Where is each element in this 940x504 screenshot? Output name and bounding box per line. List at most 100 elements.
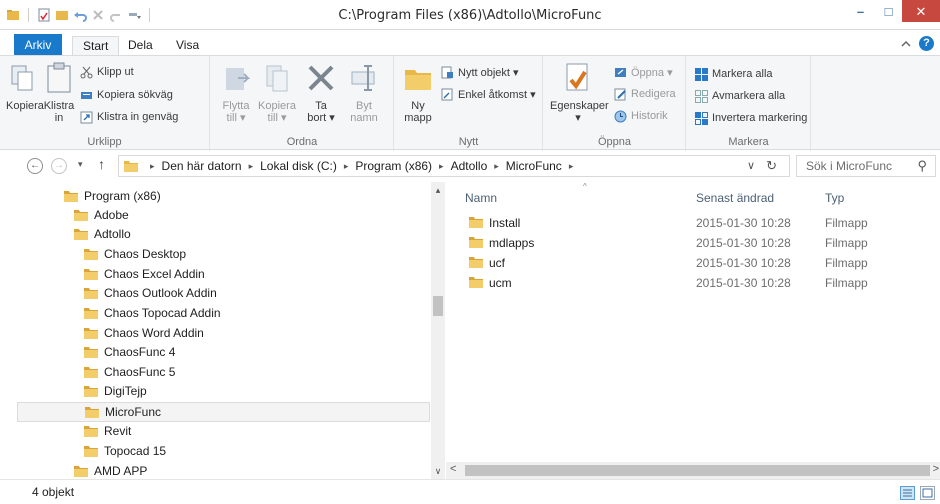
- breadcrumb-separator-icon[interactable]: ▸: [494, 161, 499, 172]
- scissors-icon: [80, 66, 93, 78]
- tree-item-label: Chaos Outlook Addin: [104, 286, 217, 300]
- scroll-up-icon[interactable]: ▴: [431, 185, 445, 196]
- tree-item[interactable]: Program (x86): [17, 186, 430, 206]
- file-list: Namn ^ Senast ändrad Typ Install 2015-01-…: [446, 182, 940, 479]
- easy-access-icon: [441, 88, 453, 100]
- cut-button[interactable]: Klipp ut: [80, 64, 134, 80]
- breadcrumb-separator-icon[interactable]: ▸: [439, 161, 444, 172]
- tab-share[interactable]: Dela: [118, 36, 163, 56]
- tree-item[interactable]: DigiTejp: [17, 381, 430, 401]
- tree-item[interactable]: AMD APP: [17, 461, 430, 479]
- navigation-pane[interactable]: Program (x86) Adobe Adtollo Chaos Desktop Ch…: [17, 182, 430, 479]
- tree-item[interactable]: Revit: [17, 421, 430, 441]
- close-button[interactable]: ✕: [902, 0, 940, 22]
- ribbon-help-area: ?: [901, 36, 934, 51]
- breadcrumb-item[interactable]: Adtollo: [451, 159, 488, 173]
- easy-access-button[interactable]: Enkel åtkomst ▾: [441, 86, 536, 102]
- minimize-button[interactable]: –: [846, 0, 875, 22]
- tree-item[interactable]: Chaos Word Addin: [17, 323, 430, 343]
- copy-path-button[interactable]: Kopiera sökväg: [80, 87, 173, 103]
- tree-item[interactable]: ChaosFunc 5: [17, 362, 430, 382]
- breadcrumb-separator-icon: ▸: [150, 160, 155, 171]
- maximize-button[interactable]: □: [875, 0, 902, 22]
- breadcrumb-item[interactable]: MicroFunc: [506, 159, 562, 173]
- delete-button[interactable]: Ta bort ▾: [303, 62, 339, 124]
- scroll-thumb[interactable]: [433, 296, 443, 316]
- tab-start[interactable]: Start: [72, 36, 120, 56]
- search-input[interactable]: Sök i MicroFunc ⚲: [796, 155, 936, 177]
- folder-icon: [84, 426, 98, 437]
- tree-item-label: Adobe: [94, 208, 129, 222]
- rename-button[interactable]: Byt namn: [345, 62, 383, 124]
- move-to-button[interactable]: Flytta till ▾: [219, 62, 253, 124]
- column-header-type[interactable]: Typ: [825, 191, 844, 205]
- breadcrumb-separator-icon[interactable]: ▸: [249, 161, 254, 172]
- breadcrumb-item[interactable]: Lokal disk (C:): [260, 159, 337, 173]
- select-group: Markera alla Avmarkera alla Invertera ma…: [687, 56, 811, 151]
- paste-button[interactable]: Klistra in: [42, 62, 76, 124]
- item-count: 4 objekt: [32, 485, 75, 499]
- tree-item-label: Chaos Desktop: [104, 247, 187, 261]
- new-group-label: Nytt: [458, 136, 479, 148]
- open-button[interactable]: Öppna ▾: [614, 64, 673, 80]
- select-none-button[interactable]: Avmarkera alla: [695, 88, 785, 104]
- organize-group: Flytta till ▾ Kopiera till ▾ Ta bort ▾ B…: [211, 56, 394, 151]
- details-view-button[interactable]: [900, 486, 915, 500]
- tree-item[interactable]: Adtollo: [17, 224, 430, 244]
- copy-button[interactable]: Kopiera: [6, 62, 44, 112]
- column-header-name[interactable]: Namn: [465, 191, 497, 205]
- invert-selection-button[interactable]: Invertera markering: [695, 110, 807, 126]
- address-dropdown-icon[interactable]: ∨: [747, 159, 755, 172]
- file-list-hscrollbar[interactable]: < >: [446, 462, 940, 479]
- paste-shortcut-button[interactable]: Klistra in genväg: [80, 109, 178, 125]
- copy-path-icon: [81, 91, 92, 99]
- breadcrumb-separator-icon[interactable]: ▸: [344, 161, 349, 172]
- tree-item[interactable]: Topocad 15: [17, 441, 430, 461]
- file-row[interactable]: ucm 2015-01-30 10:28 Filmapp: [446, 273, 940, 293]
- forward-button[interactable]: →: [51, 158, 67, 174]
- tree-item-label: AMD APP: [94, 464, 148, 478]
- tree-item-label: Revit: [104, 424, 132, 438]
- breadcrumb-separator-icon[interactable]: ▸: [569, 161, 574, 172]
- copy-to-button[interactable]: Kopiera till ▾: [257, 62, 297, 124]
- properties-button[interactable]: Egenskaper ▾: [550, 62, 609, 124]
- up-button[interactable]: ↑: [98, 156, 105, 172]
- new-item-button[interactable]: Nytt objekt ▾: [441, 64, 519, 80]
- tree-item[interactable]: Chaos Desktop: [17, 244, 430, 264]
- edit-icon: [614, 88, 626, 100]
- open-group-label: Öppna: [597, 136, 632, 148]
- file-name: mdlapps: [489, 236, 535, 250]
- file-type: Filmapp: [825, 236, 868, 250]
- breadcrumb-item[interactable]: Program (x86): [355, 159, 432, 173]
- file-modified: 2015-01-30 10:28: [696, 216, 791, 230]
- edit-button[interactable]: Redigera: [614, 86, 676, 102]
- help-icon[interactable]: ?: [919, 36, 934, 51]
- address-bar[interactable]: ▸ Den här datorn ▸ Lokal disk (C:) ▸ Pro…: [118, 155, 790, 177]
- tab-view[interactable]: Visa: [166, 36, 209, 56]
- history-button[interactable]: Historik: [614, 108, 668, 124]
- select-all-button[interactable]: Markera alla: [695, 66, 773, 82]
- file-row[interactable]: ucf 2015-01-30 10:28 Filmapp: [446, 253, 940, 273]
- file-row[interactable]: Install 2015-01-30 10:28 Filmapp: [446, 213, 940, 233]
- tree-item[interactable]: Adobe: [17, 205, 430, 225]
- tree-item[interactable]: Chaos Topocad Addin: [17, 303, 430, 323]
- nav-pane-scrollbar[interactable]: ▴ ∨: [431, 182, 445, 479]
- refresh-icon[interactable]: ↻: [766, 158, 777, 174]
- scroll-down-icon[interactable]: ∨: [431, 466, 445, 477]
- breadcrumb-item[interactable]: Den här datorn: [162, 159, 242, 173]
- recent-locations-button[interactable]: ▾: [78, 159, 83, 170]
- new-folder-button[interactable]: Ny mapp: [401, 62, 435, 124]
- collapse-ribbon-icon[interactable]: [901, 40, 911, 48]
- tab-file[interactable]: Arkiv: [14, 34, 62, 56]
- tree-item[interactable]: ChaosFunc 4: [17, 342, 430, 362]
- column-header-modified[interactable]: Senast ändrad: [696, 191, 774, 205]
- file-row[interactable]: mdlapps 2015-01-30 10:28 Filmapp: [446, 233, 940, 253]
- tree-item[interactable]: Chaos Excel Addin: [17, 264, 430, 284]
- tree-item[interactable]: MicroFunc: [17, 402, 430, 422]
- scroll-right-icon[interactable]: >: [933, 463, 939, 475]
- large-icons-view-button[interactable]: [920, 486, 935, 500]
- scroll-left-icon[interactable]: <: [450, 463, 456, 475]
- scroll-thumb[interactable]: [465, 465, 930, 476]
- back-button[interactable]: ←: [27, 158, 43, 174]
- tree-item[interactable]: Chaos Outlook Addin: [17, 283, 430, 303]
